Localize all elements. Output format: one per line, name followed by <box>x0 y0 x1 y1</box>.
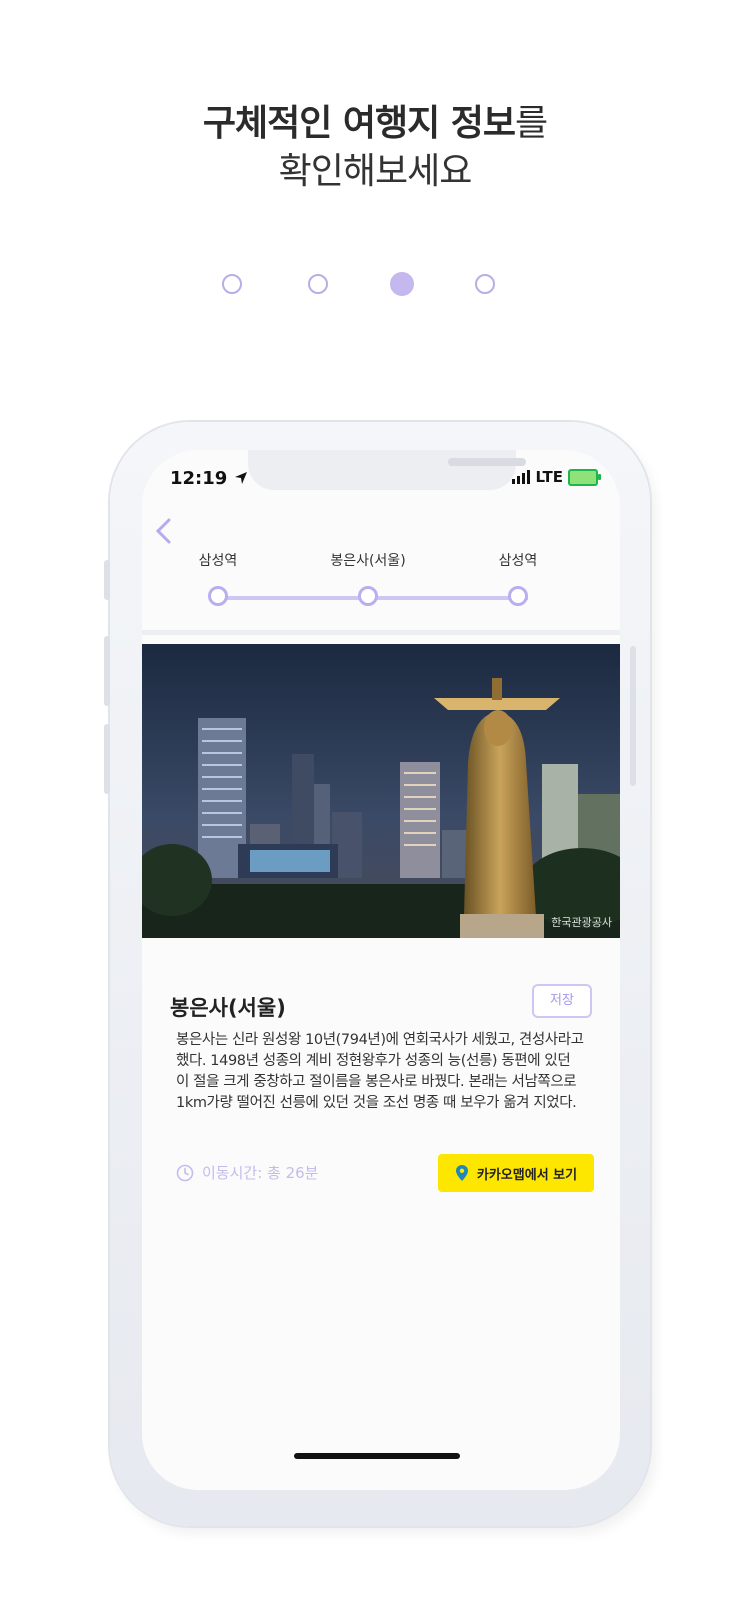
page-dot[interactable] <box>308 274 328 294</box>
temple-night-photo: 한국관광공사 <box>142 644 620 938</box>
headline-bold: 구체적인 여행지 정보 <box>202 103 516 144</box>
headline-suffix: 를 <box>515 103 548 144</box>
status-time: 12:19 <box>170 468 248 489</box>
route-node[interactable] <box>358 586 378 606</box>
status-indicators: LTE <box>512 468 601 486</box>
travel-time-label: 이동시간: 총 26분 <box>202 1164 319 1182</box>
phone-volume-up <box>104 636 110 706</box>
notch <box>248 450 526 490</box>
route-node[interactable] <box>508 586 528 606</box>
network-label: LTE <box>535 468 563 486</box>
place-description: 봉은사는 신라 원성왕 10년(794년)에 연회국사가 세웠고, 견성사라고 … <box>176 1032 584 1111</box>
divider <box>142 630 620 635</box>
phone-mute-switch <box>104 560 110 600</box>
phone-screen: 12:19 LTE 삼성역 봉은사(서울) 삼성역 한국관광공사 봉은사(서울)… <box>142 450 620 1490</box>
battery-icon <box>568 468 601 486</box>
back-button[interactable] <box>154 514 172 554</box>
phone-power-button <box>630 646 636 786</box>
page-dot[interactable] <box>222 274 242 294</box>
page-dot[interactable] <box>475 274 495 294</box>
headline: 구체적인 여행지 정보를 확인해보세요 <box>0 100 750 196</box>
home-indicator[interactable] <box>294 1453 460 1459</box>
phone-volume-down <box>104 724 110 794</box>
map-pin-icon <box>455 1165 468 1181</box>
signal-icon <box>512 470 531 484</box>
kakaomap-button-label: 카카오맵에서 보기 <box>476 1167 578 1183</box>
save-button[interactable]: 저장 <box>532 984 592 1018</box>
speaker <box>448 458 526 466</box>
page-dot-active[interactable] <box>390 272 414 296</box>
route-stop-start: 삼성역 <box>198 553 238 569</box>
kakaomap-button[interactable]: 카카오맵에서 보기 <box>438 1154 594 1192</box>
chevron-left-icon <box>155 518 171 544</box>
place-title: 봉은사(서울) <box>170 996 286 1020</box>
clock-icon <box>176 1164 194 1181</box>
headline-line2: 확인해보세요 <box>278 151 473 192</box>
location-arrow-icon <box>234 472 247 484</box>
route-stop-end: 삼성역 <box>498 553 538 569</box>
place-photo: 한국관광공사 <box>142 644 620 938</box>
route-node[interactable] <box>208 586 228 606</box>
route-stop-middle: 봉은사(서울) <box>330 553 406 569</box>
travel-time: 이동시간: 총 26분 <box>176 1162 318 1183</box>
page-indicator <box>0 272 750 300</box>
photo-credit: 한국관광공사 <box>551 916 612 929</box>
